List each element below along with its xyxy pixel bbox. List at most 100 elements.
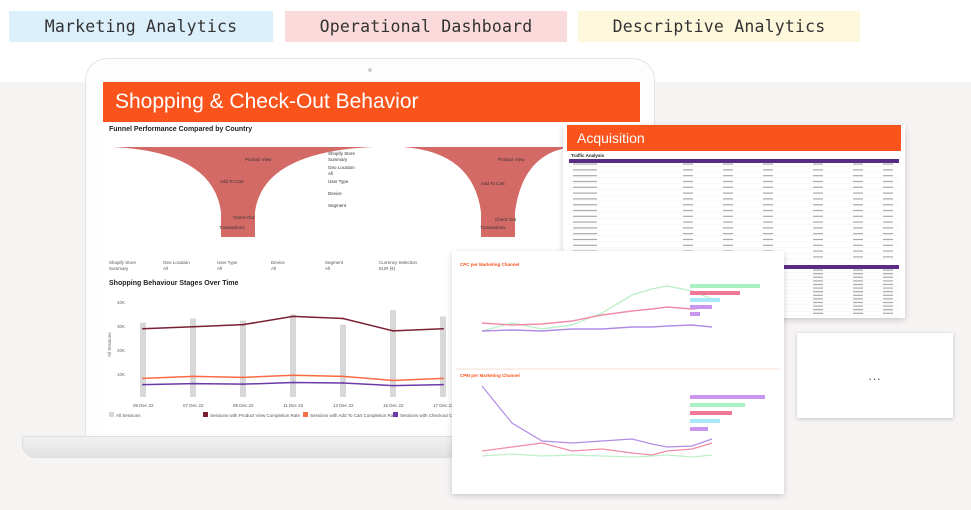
series-point [142, 383, 144, 386]
table-cell [683, 175, 693, 177]
series-point [292, 381, 294, 384]
table-cell [723, 175, 733, 177]
table-cell [573, 215, 597, 217]
legend-swatch [203, 412, 208, 417]
x-tick-label: 11 Dec 22 [283, 403, 304, 408]
table-cell [763, 169, 773, 171]
table-cell [813, 287, 823, 289]
table-cell [853, 283, 863, 286]
table-cell [573, 227, 597, 229]
table-cell [853, 233, 863, 235]
cpm-line-pink [481, 442, 713, 456]
table-cell [573, 175, 597, 177]
table-cell [683, 238, 693, 241]
series-point [342, 375, 344, 378]
cpc-bar-2 [690, 291, 740, 295]
table-cell [723, 192, 733, 194]
series-point [392, 329, 394, 332]
x-tick-label: 15 Dec 22 [383, 403, 404, 408]
table-cell [883, 309, 893, 311]
series-point [242, 376, 244, 379]
table-cell [853, 273, 863, 275]
legend-item: Sessions with Add To Cart Completion Rat… [303, 412, 397, 419]
table-cell [723, 198, 733, 200]
bar-all-sessions [240, 320, 246, 397]
table-cell [683, 198, 693, 200]
table-cell [883, 298, 893, 300]
cpm-bar-2 [690, 403, 745, 407]
table-cell [573, 180, 597, 183]
table-cell [883, 283, 893, 286]
table-cell [853, 291, 863, 293]
table-cell [683, 169, 693, 171]
table-cell [813, 169, 823, 171]
table-cell [573, 198, 597, 200]
table-cell [853, 198, 863, 200]
table-cell [763, 186, 773, 188]
table-cell [853, 244, 863, 246]
table-cell [883, 186, 893, 188]
bar-all-sessions [340, 324, 346, 397]
table-cell [683, 204, 693, 206]
table-cell [813, 305, 823, 307]
table-cell [683, 209, 693, 212]
series-point [392, 384, 394, 387]
table-cell [573, 192, 597, 194]
more-dashboards-panel[interactable]: ... [797, 333, 953, 418]
table-cell [723, 209, 733, 212]
table-cell [883, 312, 893, 314]
table-cell [853, 309, 863, 311]
table-cell [853, 280, 863, 282]
y-tick-label: 30K [117, 324, 125, 329]
table-cell [883, 305, 893, 307]
bar-all-sessions [190, 318, 196, 397]
table-cell [853, 294, 863, 296]
table-cell [813, 283, 823, 286]
table-cell [813, 269, 823, 271]
series-point [342, 382, 344, 384]
table-cell [723, 163, 733, 165]
bar-all-sessions [290, 314, 296, 397]
cpm-bar-1 [690, 395, 765, 399]
table-cell [763, 215, 773, 217]
tag-descriptive-analytics: Descriptive Analytics [578, 11, 860, 42]
table-cell [683, 227, 693, 229]
cpc-line-pink [481, 306, 713, 326]
table-cell [883, 276, 893, 278]
table-cell [723, 233, 733, 235]
x-tick-label: 13 Dec 22 [333, 403, 354, 408]
table-cell [763, 163, 773, 165]
legend-label: Sessions with Product View Completion Ra… [210, 413, 300, 418]
series-point [442, 327, 444, 330]
table-cell [763, 233, 773, 235]
table-cell [573, 186, 597, 188]
series-point [192, 382, 194, 385]
table-cell [723, 180, 733, 183]
series-point [192, 375, 194, 378]
table-cell [853, 250, 863, 252]
table-cell [813, 233, 823, 235]
table-cell [573, 163, 597, 165]
table-cell [763, 221, 773, 223]
table-cell [763, 244, 773, 246]
table-cell [723, 186, 733, 188]
series-point [442, 383, 444, 386]
table-cell [573, 233, 597, 235]
x-tick-label: 17 Dec 22 [433, 403, 454, 408]
series-point [142, 327, 144, 330]
table-cell [813, 280, 823, 282]
marketing-panel: CPC per Marketing Channel CPM per Market… [452, 251, 784, 494]
table-cell [763, 209, 773, 212]
table-cell [683, 180, 693, 183]
table-cell [813, 298, 823, 300]
table-cell [883, 244, 893, 246]
table-cell [883, 256, 893, 258]
table-cell [813, 175, 823, 177]
table-cell [883, 269, 893, 271]
tag-marketing-analytics: Marketing Analytics [9, 11, 273, 42]
table-cell [683, 233, 693, 235]
table-cell [573, 169, 597, 171]
table-cell [813, 192, 823, 194]
table-cell [853, 180, 863, 183]
y-tick-label: 40K [117, 300, 125, 305]
